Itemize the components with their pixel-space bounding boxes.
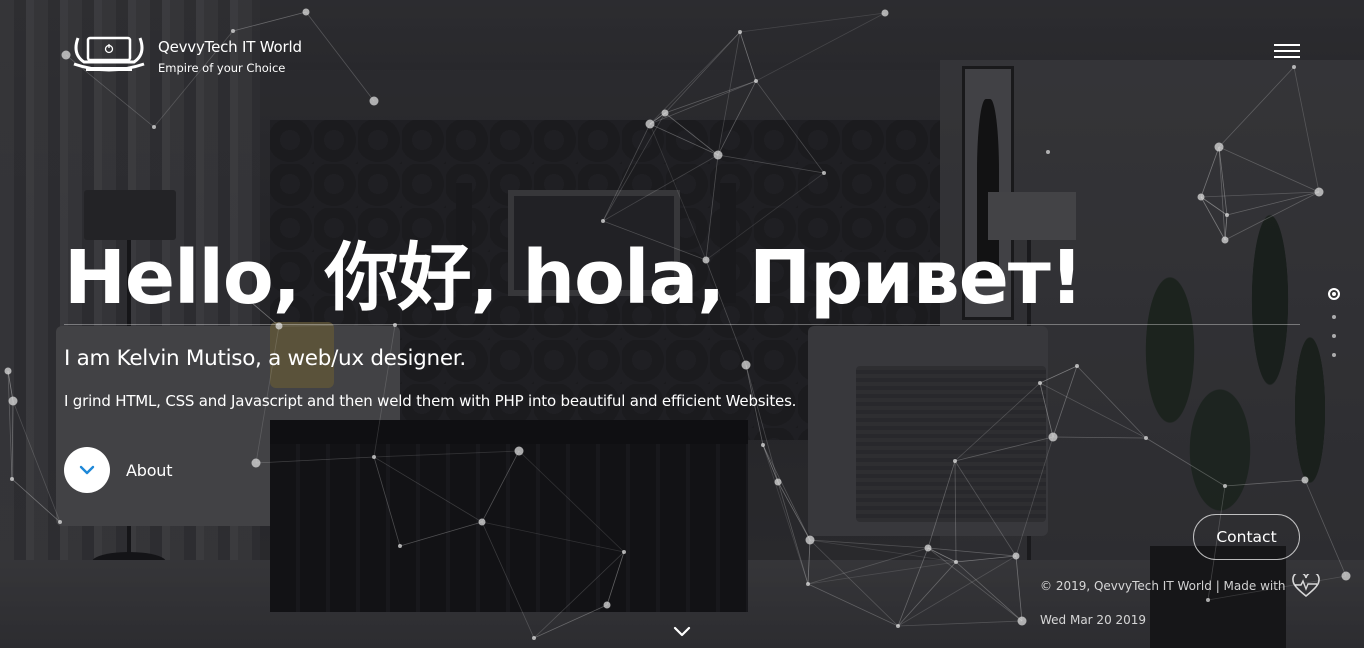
scroll-down-chevron-icon[interactable] [672, 624, 692, 640]
laptop-power-icon [73, 36, 145, 72]
section-dot-4[interactable] [1332, 353, 1336, 357]
brand-tagline: Empire of your Choice [158, 61, 286, 75]
about-label: About [126, 460, 173, 480]
section-dot-3[interactable] [1332, 334, 1336, 338]
contact-button[interactable]: Contact [1193, 514, 1300, 560]
about-button[interactable]: About [64, 447, 173, 493]
footer-date: Wed Mar 20 2019 [1040, 613, 1147, 627]
chevron-down-icon [79, 465, 95, 475]
hero-intro: I am Kelvin Mutiso, a web/ux designer. [64, 346, 466, 371]
footer-copyright: © 2019, QevvyTech IT World | Made with [1040, 579, 1286, 593]
hero-description: I grind HTML, CSS and Javascript and the… [64, 392, 797, 410]
brand-name: QevvyTech IT World [158, 38, 302, 56]
section-dot-1[interactable] [1328, 288, 1340, 300]
hero-title: Hello, 你好, hola, Привет! [64, 235, 1084, 321]
hamburger-menu-icon[interactable] [1274, 44, 1300, 62]
hero-divider [64, 324, 1300, 325]
heartbeat-icon [1291, 574, 1320, 598]
brand[interactable]: QevvyTech IT World Empire of your Choice [70, 32, 302, 78]
section-dot-2[interactable] [1332, 315, 1336, 319]
about-circle[interactable] [64, 447, 110, 493]
footer: © 2019, QevvyTech IT World | Made with W… [1040, 574, 1320, 626]
section-nav-dots [1326, 288, 1342, 372]
